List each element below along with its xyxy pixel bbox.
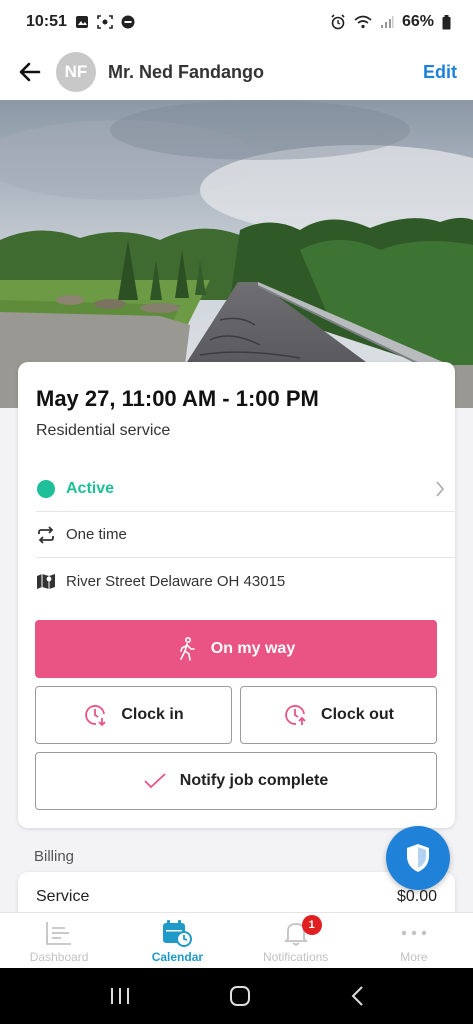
screenshot-icon — [97, 15, 113, 29]
calendar-icon — [163, 920, 193, 947]
clock-in-button[interactable]: Clock in — [35, 686, 232, 744]
battery-icon — [442, 14, 451, 29]
signal-icon — [380, 16, 394, 28]
billing-section-label: Billing — [34, 848, 75, 865]
map-icon — [37, 574, 55, 589]
tab-notifications-label: Notifications — [262, 950, 329, 964]
billing-service-label: Service — [36, 888, 90, 905]
clock-in-icon — [85, 705, 107, 727]
more-icon — [401, 930, 427, 936]
tab-more-label: More — [400, 950, 428, 964]
repeat-icon — [38, 525, 54, 544]
tab-dashboard[interactable]: Dashboard — [0, 913, 118, 968]
back-arrow-icon — [19, 62, 41, 82]
recent-apps-icon[interactable] — [109, 986, 131, 1006]
system-back-icon[interactable] — [350, 985, 364, 1007]
dashboard-icon — [46, 922, 72, 945]
job-date-time: May 27, 11:00 AM - 1:00 PM — [36, 386, 319, 411]
on-my-way-label: On my way — [210, 640, 296, 657]
frequency-label: One time — [66, 526, 127, 543]
header: NF Mr. Ned Fandango Edit — [0, 44, 473, 100]
walking-icon — [179, 637, 195, 661]
battery-level: 66% — [401, 13, 434, 30]
bottom-tab-bar: Dashboard Calendar 1 Notifications More — [0, 912, 473, 968]
client-name: Mr. Ned Fandango — [108, 61, 265, 82]
chevron-right-icon — [436, 480, 445, 497]
clock-out-button[interactable]: Clock out — [240, 686, 437, 744]
shield-icon — [407, 844, 429, 872]
clock-out-icon — [285, 705, 306, 725]
tab-notifications[interactable]: 1 Notifications — [237, 913, 355, 968]
home-icon[interactable] — [229, 985, 251, 1007]
tab-dashboard-label: Dashboard — [29, 950, 89, 964]
notification-badge: 1 — [301, 915, 322, 935]
clock-out-label: Clock out — [321, 706, 394, 723]
tab-more[interactable]: More — [355, 913, 473, 968]
back-button[interactable] — [16, 58, 44, 86]
checkmark-icon — [144, 773, 166, 789]
edit-button[interactable]: Edit — [423, 62, 457, 83]
tab-calendar[interactable]: Calendar — [118, 913, 236, 968]
tab-calendar-label: Calendar — [151, 950, 204, 964]
safety-shield-button[interactable] — [386, 826, 450, 890]
avatar[interactable]: NF — [56, 52, 96, 92]
notify-complete-button[interactable]: Notify job complete — [35, 752, 437, 810]
wifi-icon — [354, 15, 372, 29]
status-dot-icon — [37, 479, 55, 498]
dnd-icon — [121, 15, 135, 29]
status-label: Active — [66, 479, 115, 497]
gallery-icon — [75, 16, 88, 28]
status-time: 10:51 — [26, 13, 67, 30]
frequency-row: One time — [36, 512, 455, 558]
status-row[interactable]: Active — [36, 466, 455, 512]
status-bar: 10:51 66% — [0, 0, 473, 44]
system-nav-bar — [0, 968, 473, 1024]
job-card: May 27, 11:00 AM - 1:00 PM Residential s… — [18, 362, 455, 828]
clock-in-label: Clock in — [121, 706, 184, 723]
address-label: River Street Delaware OH 43015 — [66, 572, 286, 590]
address-row[interactable]: River Street Delaware OH 43015 — [36, 558, 455, 604]
alarm-icon — [331, 14, 345, 30]
billing-service-amount: $0.00 — [396, 888, 437, 905]
service-type: Residential service — [36, 422, 171, 439]
on-my-way-button[interactable]: On my way — [35, 620, 437, 678]
notify-complete-label: Notify job complete — [179, 772, 329, 789]
